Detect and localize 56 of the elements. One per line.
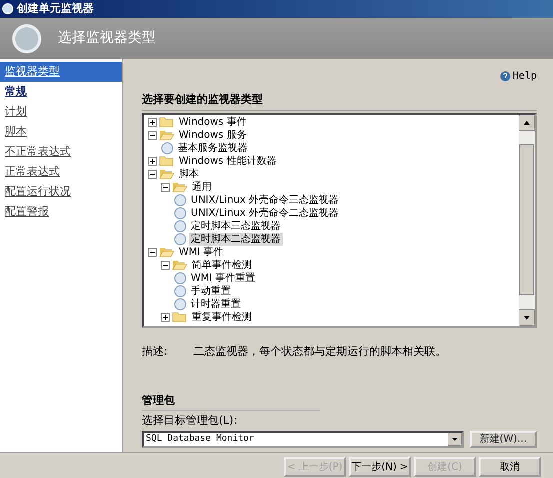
dropdown-arrow-icon [448, 433, 462, 446]
tree-item[interactable]: 计时器重置 [189, 298, 243, 310]
circle-icon [174, 194, 187, 206]
open-folder-icon [159, 246, 175, 258]
help-icon [500, 71, 511, 82]
sidebar-item[interactable]: 正常表达式 [0, 162, 122, 182]
page-heading: 选择监视器类型 [58, 29, 156, 48]
folder-icon [172, 311, 188, 323]
folder-icon [159, 155, 175, 167]
section-title: 管理包 [142, 393, 320, 410]
window-icon [2, 3, 14, 15]
tree-item[interactable]: Windows 服务 [177, 128, 249, 142]
ring-icon [12, 24, 42, 54]
tree-item[interactable]: 通用 [190, 180, 214, 194]
circle-icon [174, 298, 187, 310]
tree-item[interactable]: WMI 事件重置 [189, 272, 258, 284]
sidebar-item[interactable]: 不正常表达式 [0, 142, 122, 162]
description-text: 二态监视器，每个状态都与定期运行的脚本相关联。 [194, 344, 447, 360]
circle-icon [174, 220, 187, 232]
sidebar-item[interactable]: 脚本 [0, 122, 122, 142]
folder-icon [159, 116, 175, 128]
sidebar-item[interactable]: 计划 [0, 102, 122, 122]
description-label: 描述: [142, 344, 168, 360]
tree-item[interactable]: UNIX/Linux 外壳命令二态监视器 [189, 206, 342, 220]
tree-item[interactable]: UNIX/Linux 外壳命令三态监视器 [189, 194, 342, 206]
circle-icon [161, 142, 174, 154]
help-link[interactable]: Help [500, 69, 537, 84]
tree-item[interactable]: 脚本 [177, 168, 201, 180]
circle-icon [174, 272, 187, 284]
circle-icon [174, 206, 187, 220]
tree-item[interactable]: WMI 事件 [177, 246, 226, 258]
wizard-button[interactable]: 取消 [479, 457, 541, 477]
open-folder-icon [159, 168, 175, 180]
wizard-button[interactable]: 下一步(N) > [349, 457, 411, 477]
tree-item[interactable]: Windows 事件 [177, 116, 249, 128]
open-folder-icon [172, 259, 188, 271]
open-folder-icon [172, 181, 188, 193]
new-button[interactable]: 新建(W)... [470, 431, 537, 448]
open-folder-icon [159, 129, 175, 141]
tree-item[interactable]: 重复事件检测 [190, 310, 254, 324]
tree-item[interactable]: Windows 性能计数器 [177, 154, 279, 168]
window-title: 创建单元监视器 [17, 0, 94, 17]
field-label: 选择目标管理包(L): [142, 412, 238, 428]
tree-item[interactable]: 基本服务监视器 [176, 142, 250, 154]
tree-item[interactable]: 定时脚本二态监视器 [189, 232, 283, 246]
circle-icon [174, 284, 187, 298]
circle-icon [174, 232, 187, 246]
tree-item[interactable]: 简单事件检测 [190, 258, 254, 272]
section-title: 选择要创建的监视器类型 [142, 92, 537, 110]
management-pack-dropdown[interactable]: SQL Database Monitor [142, 431, 464, 448]
sidebar-item[interactable]: 配置警报 [0, 202, 122, 222]
sidebar-item[interactable]: 常规 [0, 82, 122, 102]
tree-item[interactable]: 手动重置 [189, 284, 233, 298]
sidebar-item[interactable]: 监视器类型 [0, 62, 122, 82]
tree-item[interactable]: 定时脚本三态监视器 [189, 220, 283, 232]
sidebar-item[interactable]: 配置运行状况 [0, 182, 122, 202]
